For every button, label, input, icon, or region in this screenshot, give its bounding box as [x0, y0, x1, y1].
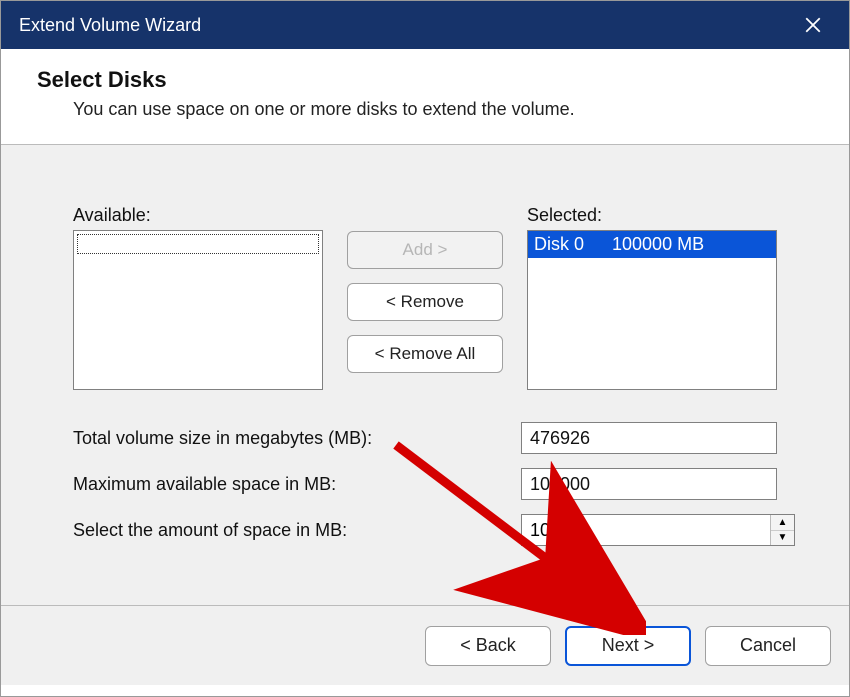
close-button[interactable] [795, 7, 831, 43]
listbox-focus-row [77, 234, 319, 254]
max-space-label: Maximum available space in MB: [73, 474, 521, 495]
titlebar: Extend Volume Wizard [1, 1, 849, 49]
total-size-label: Total volume size in megabytes (MB): [73, 428, 521, 449]
available-listbox[interactable] [73, 230, 323, 390]
remove-all-button[interactable]: < Remove All [347, 335, 503, 373]
selected-label: Selected: [527, 205, 777, 226]
available-label: Available: [73, 205, 323, 226]
spinner-up-button[interactable]: ▲ [771, 515, 794, 531]
remove-button[interactable]: < Remove [347, 283, 503, 321]
list-item-size: 100000 MB [612, 234, 704, 255]
cancel-button[interactable]: Cancel [705, 626, 831, 666]
spinner-down-button[interactable]: ▼ [771, 531, 794, 546]
total-size-field [521, 422, 777, 454]
amount-label: Select the amount of space in MB: [73, 520, 521, 541]
wizard-footer: < Back Next > Cancel [1, 605, 849, 685]
add-button: Add > [347, 231, 503, 269]
page-subtitle: You can use space on one or more disks t… [37, 99, 813, 120]
window-title: Extend Volume Wizard [19, 15, 201, 36]
close-icon [804, 16, 822, 34]
max-space-field [521, 468, 777, 500]
page-title: Select Disks [37, 67, 813, 93]
wizard-header: Select Disks You can use space on one or… [1, 49, 849, 145]
wizard-content: Available: Add > < Remove < Remove All S… [1, 145, 849, 605]
selected-listbox[interactable]: Disk 0 100000 MB [527, 230, 777, 390]
amount-input[interactable] [522, 515, 770, 545]
back-button[interactable]: < Back [425, 626, 551, 666]
list-item-disk: Disk 0 [534, 234, 584, 255]
amount-spinner[interactable]: ▲ ▼ [521, 514, 795, 546]
next-button[interactable]: Next > [565, 626, 691, 666]
list-item[interactable]: Disk 0 100000 MB [528, 231, 776, 258]
